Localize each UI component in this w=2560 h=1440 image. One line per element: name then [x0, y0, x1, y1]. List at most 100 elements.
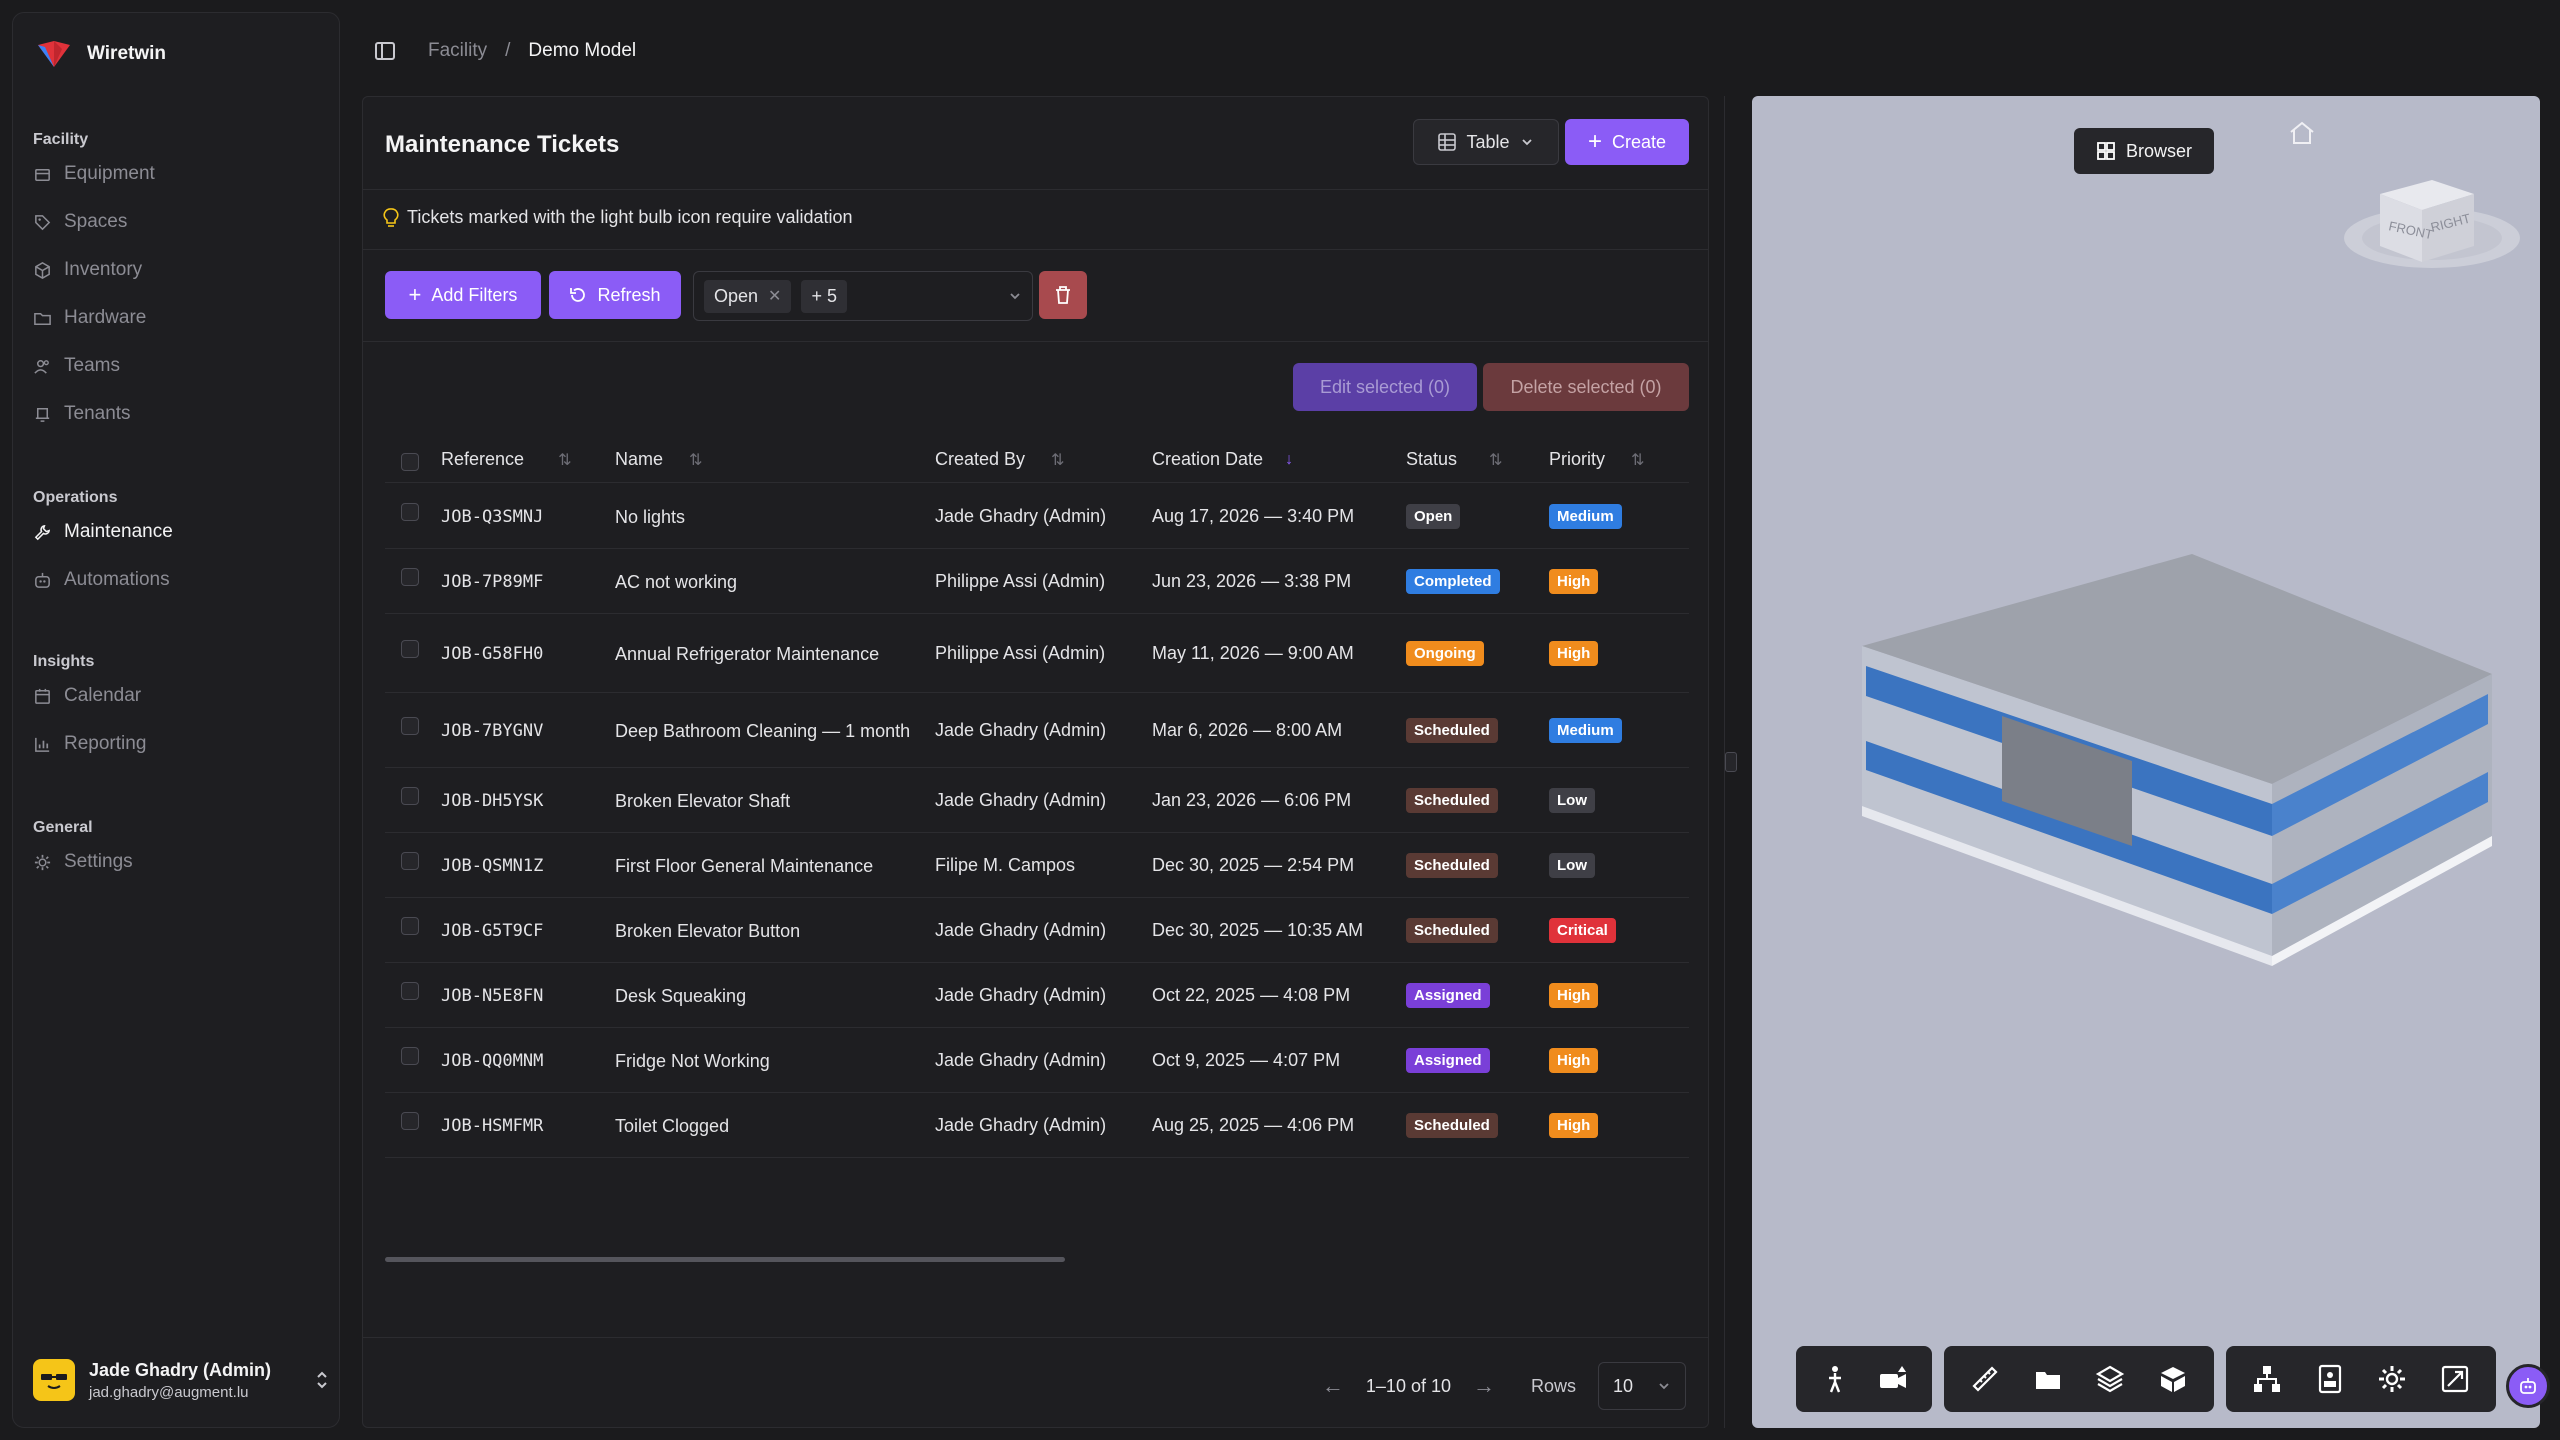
column-priority[interactable]: Priority ⇅ — [1549, 449, 1644, 470]
ticket-name[interactable]: No lights — [615, 485, 915, 548]
camera-icon[interactable] — [1878, 1364, 1908, 1394]
create-button[interactable]: + Create — [1565, 119, 1689, 165]
row-checkbox[interactable] — [401, 568, 419, 586]
refresh-button[interactable]: Refresh — [549, 271, 681, 319]
ticket-name[interactable]: First Floor General Maintenance — [615, 834, 915, 897]
ticket-reference[interactable]: JOB-DH5YSK — [441, 769, 543, 832]
ticket-reference[interactable]: JOB-7BYGNV — [441, 694, 543, 767]
brand[interactable]: Wiretwin — [35, 39, 166, 69]
breadcrumb-current[interactable]: Demo Model — [528, 40, 636, 62]
layers-icon[interactable] — [2095, 1364, 2125, 1394]
status-badge: Assigned — [1406, 983, 1490, 1008]
view-select[interactable]: Table — [1413, 119, 1559, 165]
ticket-reference[interactable]: JOB-Q3SMNJ — [441, 485, 543, 548]
edit-selected-button[interactable]: Edit selected (0) — [1293, 363, 1477, 411]
select-all-checkbox[interactable] — [401, 453, 419, 471]
column-reference[interactable]: Reference ⇅ — [441, 449, 571, 470]
view-cube-icon[interactable]: FRONT RIGHT — [2340, 154, 2526, 284]
row-checkbox[interactable] — [401, 787, 419, 805]
ticket-name[interactable]: Broken Elevator Button — [615, 899, 915, 962]
add-filters-button[interactable]: + Add Filters — [385, 271, 541, 319]
sidebar-item-maintenance[interactable]: Maintenance — [33, 517, 173, 547]
ticket-name[interactable]: Broken Elevator Shaft — [615, 769, 915, 832]
rows-per-page-select[interactable]: 10 — [1598, 1362, 1686, 1410]
building-model[interactable] — [1852, 546, 2502, 966]
ticket-reference[interactable]: JOB-QQ0MNM — [441, 1029, 543, 1092]
filter-chip[interactable]: Open ✕ — [704, 279, 792, 313]
ticket-name[interactable]: AC not working — [615, 550, 915, 613]
section-box-icon[interactable] — [2158, 1364, 2188, 1394]
sidebar-item-tenants[interactable]: Tenants — [33, 399, 131, 429]
user-menu[interactable]: Jade Ghadry (Admin) jad.ghadry@augment.l… — [33, 1359, 329, 1401]
clear-filters-button[interactable] — [1039, 271, 1087, 319]
sidebar-item-teams[interactable]: Teams — [33, 351, 120, 381]
resize-grip-icon[interactable] — [1725, 752, 1737, 772]
filter-more-chip[interactable]: + 5 — [801, 279, 847, 313]
ruler-icon[interactable] — [1970, 1364, 2000, 1394]
browser-button[interactable]: Browser — [2074, 128, 2214, 174]
ticket-name[interactable]: Deep Bathroom Cleaning — 1 month — [615, 694, 915, 767]
walk-mode-icon[interactable] — [1820, 1364, 1850, 1394]
next-page-icon[interactable]: → — [1473, 1373, 1495, 1399]
previous-page-icon[interactable]: ← — [1322, 1373, 1344, 1399]
fullscreen-icon[interactable] — [2440, 1364, 2470, 1394]
column-creation-date[interactable]: Creation Date ↓ — [1152, 449, 1293, 470]
sidebar-item-spaces[interactable]: Spaces — [33, 207, 127, 237]
sidebar-item-settings[interactable]: Settings — [33, 847, 133, 877]
status-filter-select[interactable]: Open ✕ + 5 — [693, 271, 1033, 321]
row-checkbox[interactable] — [401, 917, 419, 935]
row-checkbox[interactable] — [401, 640, 419, 658]
properties-icon[interactable] — [2315, 1364, 2345, 1394]
table-row[interactable]: JOB-Q3SMNJ No lights Jade Ghadry (Admin) Au… — [385, 485, 1689, 549]
ticket-reference[interactable]: JOB-G58FH0 — [441, 615, 543, 692]
table-row[interactable]: JOB-QSMN1Z First Floor General Maintenanc… — [385, 834, 1689, 898]
row-checkbox[interactable] — [401, 852, 419, 870]
column-name[interactable]: Name ⇅ — [615, 449, 702, 470]
ticket-reference[interactable]: JOB-7P89MF — [441, 550, 543, 613]
row-checkbox[interactable] — [401, 1047, 419, 1065]
row-checkbox[interactable] — [401, 982, 419, 1000]
sidebar-item-calendar[interactable]: Calendar — [33, 681, 141, 711]
table-row[interactable]: JOB-HSMFMR Toilet Clogged Jade Ghadry (Adm… — [385, 1094, 1689, 1158]
sidebar-item-reporting[interactable]: Reporting — [33, 729, 146, 759]
model-viewer[interactable]: Browser FRONT RIGHT — [1752, 96, 2540, 1428]
sidebar-item-inventory[interactable]: Inventory — [33, 255, 142, 285]
table-row[interactable]: JOB-N5E8FN Desk Squeaking Jade Ghadry (Adm… — [385, 964, 1689, 1028]
sidebar-item-hardware[interactable]: Hardware — [33, 303, 146, 333]
hierarchy-icon[interactable] — [2252, 1364, 2282, 1394]
table-row[interactable]: JOB-DH5YSK Broken Elevator Shaft Jade Ghad… — [385, 769, 1689, 833]
sidebar-item-automations[interactable]: Automations — [33, 565, 170, 595]
home-icon[interactable] — [2288, 120, 2316, 146]
ticket-name[interactable]: Toilet Clogged — [615, 1094, 915, 1157]
assistant-button[interactable] — [2506, 1364, 2550, 1408]
column-created-by[interactable]: Created By ⇅ — [935, 449, 1064, 470]
row-checkbox[interactable] — [401, 1112, 419, 1130]
table-row[interactable]: JOB-QQ0MNM Fridge Not Working Jade Ghadry … — [385, 1029, 1689, 1093]
row-checkbox[interactable] — [401, 503, 419, 521]
ticket-reference[interactable]: JOB-G5T9CF — [441, 899, 543, 962]
delete-selected-button[interactable]: Delete selected (0) — [1483, 363, 1689, 411]
sidebar-toggle-icon[interactable] — [374, 40, 396, 62]
users-icon — [34, 359, 49, 374]
breadcrumb-parent[interactable]: Facility — [428, 40, 487, 62]
gear-icon[interactable] — [2377, 1364, 2407, 1394]
horizontal-scrollbar[interactable] — [385, 1257, 1065, 1262]
row-checkbox[interactable] — [401, 717, 419, 735]
chevron-up-down-icon[interactable] — [315, 1369, 329, 1391]
ticket-name[interactable]: Annual Refrigerator Maintenance — [615, 615, 915, 692]
ticket-name[interactable]: Fridge Not Working — [615, 1029, 915, 1092]
ticket-reference[interactable]: JOB-N5E8FN — [441, 964, 543, 1027]
table-row[interactable]: JOB-G5T9CF Broken Elevator Button Jade Gha… — [385, 899, 1689, 963]
table-row[interactable]: JOB-7BYGNV Deep Bathroom Cleaning — 1 mon… — [385, 694, 1689, 768]
ticket-name[interactable]: Desk Squeaking — [615, 964, 915, 1027]
column-status[interactable]: Status ⇅ — [1406, 449, 1502, 470]
table-row[interactable]: JOB-7P89MF AC not working Philippe Assi (A… — [385, 550, 1689, 614]
sidebar-item-equipment[interactable]: Equipment — [33, 159, 155, 189]
cube-icon — [35, 261, 50, 279]
ticket-reference[interactable]: JOB-HSMFMR — [441, 1094, 543, 1157]
close-icon[interactable]: ✕ — [768, 286, 781, 306]
table-row[interactable]: JOB-G58FH0 Annual Refrigerator Maintenanc… — [385, 615, 1689, 693]
ticket-reference[interactable]: JOB-QSMN1Z — [441, 834, 543, 897]
folder-icon[interactable] — [2033, 1364, 2063, 1394]
ticket-status: Assigned — [1406, 1029, 1490, 1092]
